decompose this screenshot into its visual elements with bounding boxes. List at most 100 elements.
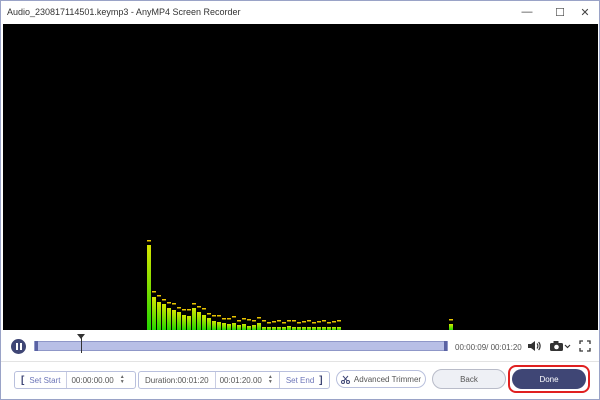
- end-time-spinner-icon[interactable]: ▲ ▼: [268, 375, 273, 385]
- duration-label: Duration:00:01:20: [145, 375, 209, 385]
- spectrum-peak: [177, 307, 181, 309]
- close-button[interactable]: ✕: [576, 4, 594, 20]
- set-start-label: Set Start: [29, 375, 61, 385]
- start-time-spinner-icon[interactable]: ▲ ▼: [120, 375, 125, 385]
- bracket-start-icon: [: [21, 374, 25, 386]
- spectrum-bar: [337, 327, 341, 330]
- spectrum-peak: [287, 320, 291, 322]
- spectrum-bar: [242, 324, 246, 330]
- spectrum-peak: [337, 320, 341, 322]
- fullscreen-icon[interactable]: [578, 338, 592, 354]
- spectrum-bar: [222, 323, 226, 330]
- spectrum-bar: [227, 324, 231, 330]
- spectrum-peak: [332, 321, 336, 323]
- spectrum-bar: [312, 327, 316, 330]
- spectrum-bar: [167, 308, 171, 330]
- spectrum-peak: [302, 321, 306, 323]
- spectrum-peak: [242, 318, 246, 320]
- end-time-field[interactable]: 00:01:20.00 ▲ ▼: [214, 372, 279, 388]
- spectrum-peak: [182, 309, 186, 311]
- pause-icon: [15, 343, 22, 350]
- advanced-trimmer-button[interactable]: Advanced Trimmer: [336, 370, 426, 388]
- spectrum-peak: [207, 313, 211, 315]
- spectrum-bar: [182, 315, 186, 330]
- spectrum-bar: [177, 312, 181, 330]
- spectrum-bar: [252, 325, 256, 330]
- spectrum-peak: [227, 318, 231, 320]
- spectrum-bar: [322, 327, 326, 330]
- spectrum-bar: [332, 327, 336, 330]
- trim-end-handle[interactable]: [444, 341, 447, 351]
- spectrum-peak: [247, 319, 251, 321]
- spectrum-peak: [152, 291, 156, 293]
- advanced-trimmer-label: Advanced Trimmer: [353, 374, 422, 384]
- spectrum-peak: [292, 320, 296, 322]
- spectrum-peak: [157, 295, 161, 297]
- minimize-button[interactable]: —: [518, 4, 536, 20]
- spectrum-bar: [257, 323, 261, 330]
- spectrum-bar: [217, 322, 221, 330]
- spectrum-bar: [287, 326, 291, 330]
- spectrum-peak: [297, 322, 301, 324]
- spectrum-bar: [187, 316, 191, 330]
- audio-spectrum-visualizer: [147, 240, 453, 330]
- end-trim-group: Duration:00:01:20 00:01:20.00 ▲ ▼ Set End…: [138, 371, 330, 389]
- spectrum-peak: [197, 306, 201, 308]
- spectrum-peak: [192, 303, 196, 305]
- spectrum-peak: [232, 316, 236, 318]
- maximize-button[interactable]: ☐: [551, 4, 569, 20]
- spectrum-peak: [257, 317, 261, 319]
- spectrum-bar: [297, 327, 301, 330]
- spectrum-bar: [272, 327, 276, 330]
- spectrum-bar: [267, 327, 271, 330]
- trim-start-handle[interactable]: [35, 341, 38, 351]
- spectrum-bar: [237, 325, 241, 330]
- window-title: Audio_230817114501.keymp3 - AnyMP4 Scree…: [7, 7, 241, 17]
- spectrum-peak: [312, 322, 316, 324]
- start-time-value: 00:00:00.00: [71, 375, 114, 385]
- spectrum-peak: [449, 319, 453, 321]
- spectrum-peak: [147, 240, 151, 242]
- audio-preview-area: [3, 24, 598, 330]
- screen-recorder-window: Audio_230817114501.keymp3 - AnyMP4 Scree…: [0, 0, 600, 400]
- start-trim-group: [ Set Start 00:00:00.00 ▲ ▼: [14, 371, 136, 389]
- spectrum-peak: [252, 320, 256, 322]
- set-end-label: Set End: [285, 375, 315, 385]
- spectrum-peak: [327, 322, 331, 324]
- spectrum-peak: [237, 320, 241, 322]
- spectrum-bar: [262, 327, 266, 330]
- spectrum-peak: [272, 321, 276, 323]
- spectrum-bar: [157, 302, 161, 330]
- spectrum-bar: [152, 297, 156, 330]
- spectrum-peak: [212, 315, 216, 317]
- spectrum-bar: [162, 304, 166, 330]
- spectrum-bar: [292, 327, 296, 330]
- start-time-field[interactable]: 00:00:00.00 ▲ ▼: [66, 372, 130, 388]
- spectrum-peak: [162, 299, 166, 301]
- spectrum-bar: [317, 327, 321, 330]
- back-button[interactable]: Back: [432, 369, 506, 389]
- spectrum-bar: [232, 323, 236, 330]
- volume-icon[interactable]: [526, 338, 542, 354]
- done-button[interactable]: Done: [512, 369, 586, 389]
- spectrum-bar: [327, 327, 331, 330]
- set-start-button[interactable]: [ Set Start: [15, 372, 66, 388]
- snapshot-camera-icon[interactable]: [548, 338, 572, 354]
- spectrum-bar: [247, 326, 251, 330]
- time-readout: 00:00:09/ 00:01:20: [455, 343, 522, 352]
- spectrum-bar: [207, 318, 211, 330]
- spectrum-peak: [262, 320, 266, 322]
- spectrum-bar: [212, 321, 216, 330]
- spectrum-peak: [217, 315, 221, 317]
- spectrum-bar: [147, 245, 151, 330]
- spectrum-peak: [307, 320, 311, 322]
- spectrum-peak: [317, 321, 321, 323]
- spectrum-bar: [277, 327, 281, 330]
- spectrum-bar: [202, 315, 206, 330]
- spectrum-bar: [307, 327, 311, 330]
- pause-button[interactable]: [11, 339, 26, 354]
- spectrum-peak: [267, 322, 271, 324]
- set-end-button[interactable]: Set End ]: [278, 372, 329, 388]
- spectrum-bar: [192, 308, 196, 330]
- timeline-track[interactable]: [34, 341, 448, 351]
